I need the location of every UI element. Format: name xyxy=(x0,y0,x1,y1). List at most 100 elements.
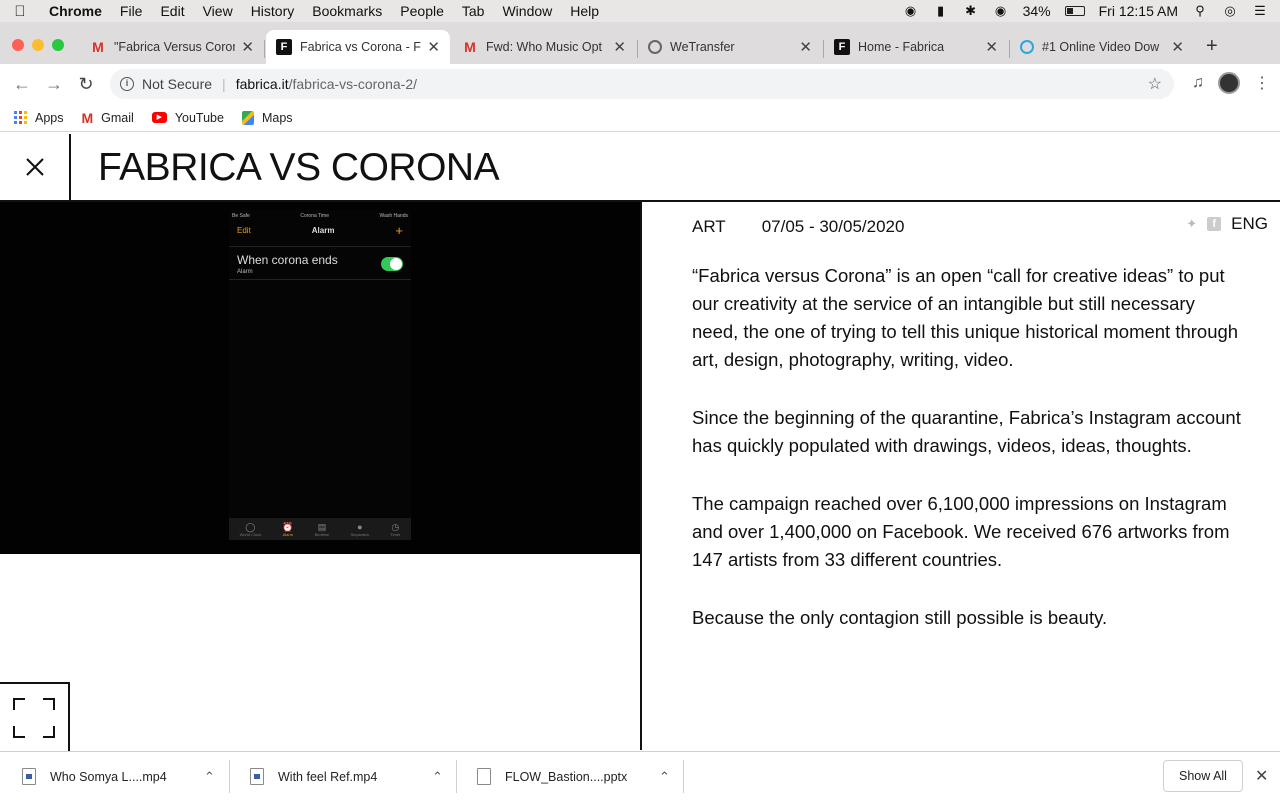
tab-fabrica-vs-corona[interactable]: F Fabrica vs Corona - F ✕ xyxy=(266,30,450,64)
profile-avatar[interactable] xyxy=(1218,72,1240,94)
share-and-language: ✦ f ENG xyxy=(1186,214,1268,234)
download-filename: Who Somya L....mp4 xyxy=(50,769,167,784)
download-item[interactable]: Who Somya L....mp4 ⌃ xyxy=(0,752,228,801)
back-arrow-icon[interactable]: ← xyxy=(6,74,38,95)
twitter-icon[interactable]: ✦ xyxy=(1186,216,1197,232)
chevron-up-icon[interactable]: ⌃ xyxy=(204,769,215,785)
info-icon[interactable]: i xyxy=(120,77,134,91)
phone-alarm-title: Alarm xyxy=(311,226,335,235)
menu-chrome[interactable]: Chrome xyxy=(40,3,111,19)
bookmark-label: Apps xyxy=(35,110,64,125)
phone-tab-alarm: ⏰ Alarm xyxy=(282,522,293,537)
close-shelf-icon[interactable]: ✕ xyxy=(1255,766,1268,786)
menu-tab[interactable]: Tab xyxy=(453,3,494,19)
close-tab-icon[interactable]: ✕ xyxy=(985,38,998,56)
video-file-icon xyxy=(250,768,264,785)
wifi-icon[interactable]: ◉ xyxy=(993,4,1009,18)
phone-tab-world-clock: ◯ World Clock xyxy=(240,522,262,537)
tab-home-fabrica[interactable]: F Home - Fabrica ✕ xyxy=(824,30,1008,64)
chevron-up-icon[interactable]: ⌃ xyxy=(432,769,443,785)
project-category[interactable]: ART xyxy=(692,217,726,237)
tab-gmail-music[interactable]: M Fwd: Who Music Opt ✕ xyxy=(452,30,636,64)
menu-help[interactable]: Help xyxy=(561,3,608,19)
close-tab-icon[interactable]: ✕ xyxy=(427,38,440,56)
phone-plus-icon: + xyxy=(395,223,403,238)
video-file-icon xyxy=(22,768,36,785)
gmail-icon: M xyxy=(81,109,94,126)
menubar-clock[interactable]: Fri 12:15 AM xyxy=(1099,3,1178,19)
notification-center-icon[interactable]: ☰ xyxy=(1252,4,1268,18)
media-queue-icon[interactable]: ♫ xyxy=(1192,74,1204,92)
close-tab-icon[interactable]: ✕ xyxy=(799,38,812,56)
close-tab-icon[interactable]: ✕ xyxy=(241,38,254,56)
omnibox-divider: | xyxy=(222,76,226,92)
article-column: ART 07/05 - 30/05/2020 ✦ f ENG “Fabrica … xyxy=(642,202,1280,750)
kebab-menu-icon[interactable]: ⋮ xyxy=(1254,73,1270,93)
bookmark-apps[interactable]: Apps xyxy=(14,111,64,125)
close-tab-icon[interactable]: ✕ xyxy=(613,38,626,56)
notification-icon[interactable]: ▮ xyxy=(933,4,949,18)
forward-arrow-icon[interactable]: → xyxy=(38,74,70,95)
close-project-button[interactable] xyxy=(0,134,71,200)
spotlight-search-icon[interactable]: ⚲ xyxy=(1192,4,1208,18)
menu-view[interactable]: View xyxy=(194,3,242,19)
menu-history[interactable]: History xyxy=(242,3,304,19)
fullscreen-button[interactable] xyxy=(0,682,70,752)
maximize-window-button[interactable] xyxy=(52,39,64,51)
chevron-up-icon[interactable]: ⌃ xyxy=(659,769,670,785)
siri-icon[interactable]: ◎ xyxy=(1222,4,1238,18)
url-host[interactable]: fabrica.it xyxy=(236,76,289,92)
language-switch[interactable]: ENG xyxy=(1231,214,1268,234)
address-bar[interactable]: i Not Secure | fabrica.it /fabrica-vs-co… xyxy=(110,69,1174,99)
battery-icon[interactable] xyxy=(1064,6,1085,16)
menu-bookmarks[interactable]: Bookmarks xyxy=(303,3,391,19)
minimize-window-button[interactable] xyxy=(32,39,44,51)
download-filename: With feel Ref.mp4 xyxy=(278,769,378,784)
page-header: FABRICA VS CORONA xyxy=(0,134,1280,202)
fabrica-icon: F xyxy=(276,39,292,55)
phone-status-right: Wash Hands xyxy=(379,213,408,219)
bookmark-label: Maps xyxy=(261,110,293,125)
tab-gmail-fabrica[interactable]: M "Fabrica Versus Coron ✕ xyxy=(80,30,264,64)
bookmark-gmail[interactable]: M Gmail xyxy=(82,110,134,126)
facebook-icon[interactable]: f xyxy=(1207,217,1222,231)
bookmark-youtube[interactable]: ▶ YouTube xyxy=(151,111,224,125)
phone-alarm-row: When corona ends Alarm xyxy=(229,246,411,280)
project-meta: ART 07/05 - 30/05/2020 xyxy=(692,217,904,237)
bed-icon: ▤ xyxy=(317,521,327,532)
new-tab-button[interactable]: + xyxy=(1206,36,1218,56)
video-player[interactable]: Be Safe Corona Time Wash Hands Edit Alar… xyxy=(0,202,640,554)
menu-people[interactable]: People xyxy=(391,3,453,19)
show-all-downloads-button[interactable]: Show All xyxy=(1163,760,1243,792)
phone-toggle xyxy=(381,257,403,271)
close-tab-icon[interactable]: ✕ xyxy=(1171,38,1184,56)
tab-wetransfer[interactable]: WeTransfer ✕ xyxy=(638,30,822,64)
page-title: FABRICA VS CORONA xyxy=(98,146,500,189)
shelf-separator xyxy=(683,760,684,793)
close-window-button[interactable] xyxy=(12,39,24,51)
download-item[interactable]: With feel Ref.mp4 ⌃ xyxy=(228,752,456,801)
article-paragraph: Because the only contagion still possibl… xyxy=(692,607,1108,628)
bookmark-star-icon[interactable]: ☆ xyxy=(1148,74,1162,94)
menu-window[interactable]: Window xyxy=(493,3,561,19)
download-item[interactable]: FLOW_Bastion....pptx ⌃ xyxy=(455,752,683,801)
globe-icon: ◯ xyxy=(245,521,256,532)
menu-edit[interactable]: Edit xyxy=(151,3,193,19)
phone-tab-bedtime: ▤ Bedtime xyxy=(315,522,330,537)
bookmark-maps[interactable]: Maps xyxy=(241,110,293,125)
url-path[interactable]: /fabrica-vs-corona-2/ xyxy=(289,76,417,92)
creative-cloud-icon[interactable]: ◉ xyxy=(903,4,919,18)
security-status[interactable]: Not Secure xyxy=(142,76,212,92)
bluetooth-icon[interactable]: ✱ xyxy=(963,4,979,18)
reload-icon[interactable]: ↻ xyxy=(70,74,102,95)
project-dates: 07/05 - 30/05/2020 xyxy=(761,217,905,236)
fullscreen-icon xyxy=(13,698,55,738)
battery-percent: 34% xyxy=(1022,3,1051,19)
tab-video-downloader[interactable]: #1 Online Video Dow ✕ xyxy=(1010,30,1194,64)
apple-icon[interactable]:  xyxy=(0,3,40,20)
phone-status-center: Corona Time xyxy=(300,213,329,219)
article-paragraph: “Fabrica versus Corona” is an open “call… xyxy=(692,265,1239,370)
tab-title: Home - Fabrica xyxy=(858,40,945,54)
menu-file[interactable]: File xyxy=(111,3,152,19)
article-body: “Fabrica versus Corona” is an open “call… xyxy=(692,262,1242,662)
